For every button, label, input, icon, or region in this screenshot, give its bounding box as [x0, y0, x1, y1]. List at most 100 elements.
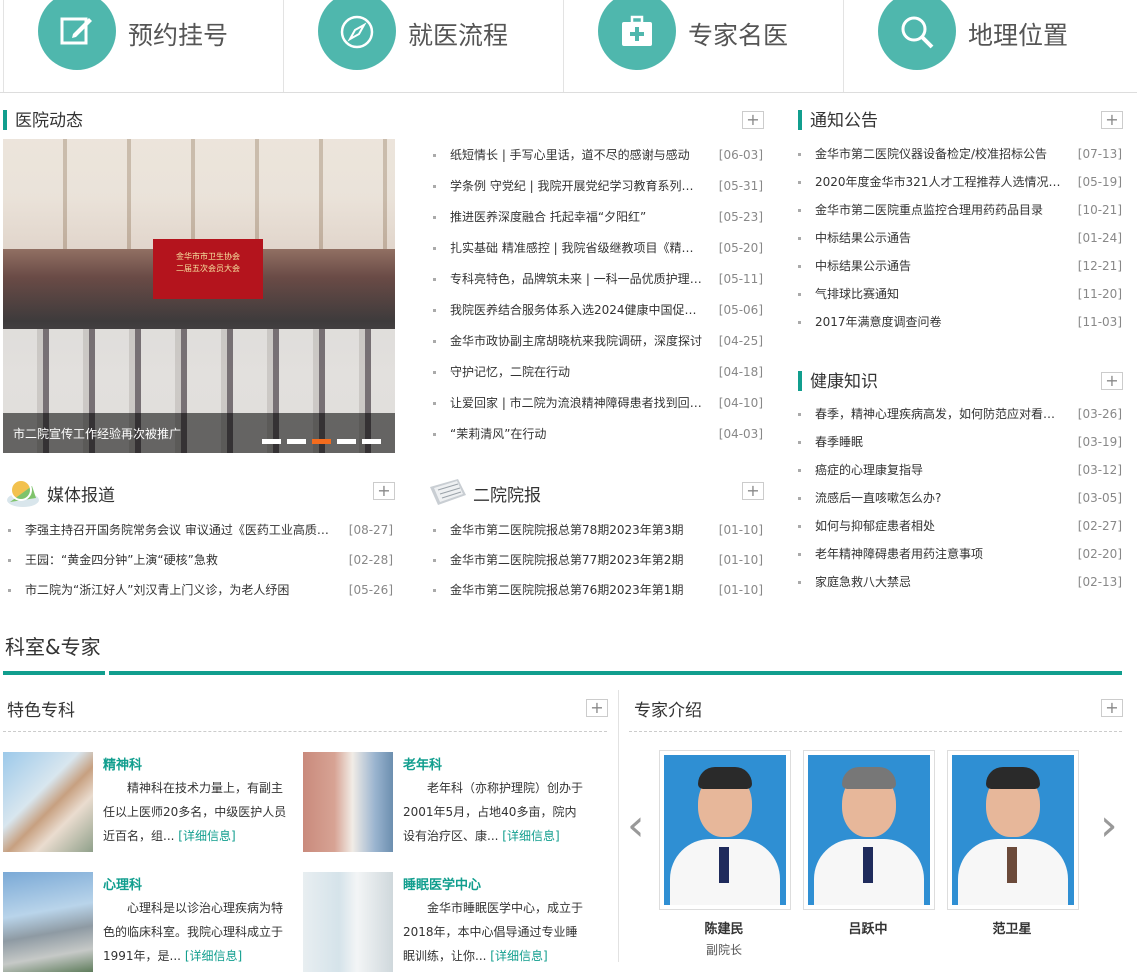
list-item-title[interactable]: 李强主持召开国务院常务会议 审议通过《医药工业高质量发展行动计划》	[25, 522, 333, 538]
list-item[interactable]: 金华市第二医院院报总第76期2023年第1期 [01-10]	[433, 582, 763, 612]
list-item[interactable]: 让爱回家 | 市二院为流浪精神障碍患者找到回家的路 [04-10]	[433, 395, 763, 426]
list-item[interactable]: 如何与抑郁症患者相处 [02-27]	[798, 518, 1122, 546]
experts-more-button[interactable]: +	[1101, 699, 1123, 717]
list-item-title[interactable]: 中标结果公示通告	[815, 230, 1062, 246]
list-item-title[interactable]: 学条例 守党纪 | 我院开展党纪学习教育系列活动	[450, 178, 703, 194]
health-more-button[interactable]: +	[1101, 372, 1123, 390]
list-item[interactable]: 金华市第二医院院报总第77期2023年第2期 [01-10]	[433, 552, 763, 582]
list-item-title[interactable]: 金华市第二医院院报总第77期2023年第2期	[450, 552, 703, 568]
list-item-title[interactable]: 2017年满意度调查问卷	[815, 314, 1062, 330]
list-item[interactable]: 家庭急救八大禁忌 [02-13]	[798, 574, 1122, 602]
media-more-button[interactable]: +	[373, 482, 395, 500]
carousel-caption[interactable]: 市二院宣传工作经验再次被推广	[3, 413, 395, 453]
list-item-title[interactable]: 金华市第二医院仪器设备检定/校准招标公告	[815, 146, 1062, 162]
list-item[interactable]: 王园：“黄金四分钟”上演“硬核”急救 [02-28]	[8, 552, 393, 582]
dept-more-link[interactable]: [详细信息]	[178, 829, 235, 843]
carousel-dot[interactable]	[337, 439, 356, 444]
list-item[interactable]: 守护记忆，二院在行动 [04-18]	[433, 364, 763, 395]
list-item[interactable]: 金华市第二医院重点监控合理用药药品目录 [10-21]	[798, 202, 1122, 230]
quicknav-process[interactable]: 就医流程	[283, 0, 564, 92]
list-item[interactable]: 金华市第二医院院报总第78期2023年第3期 [01-10]	[433, 522, 763, 552]
list-item-title[interactable]: 春季，精神心理疾病高发，如何防范应对看这里	[815, 406, 1062, 422]
dept-image[interactable]	[303, 752, 393, 852]
expert-card[interactable]	[947, 750, 1079, 910]
expert-card[interactable]	[659, 750, 791, 910]
expert-name[interactable]: 吕跃中	[803, 918, 933, 937]
list-item-title[interactable]: 金华市第二医院院报总第78期2023年第3期	[450, 522, 703, 538]
special-dept-more-button[interactable]: +	[586, 699, 608, 717]
dept-more-link[interactable]: [详细信息]	[502, 829, 559, 843]
list-item-title[interactable]: 如何与抑郁症患者相处	[815, 518, 1062, 534]
list-item[interactable]: 2017年满意度调查问卷 [11-03]	[798, 314, 1122, 342]
list-item[interactable]: 2020年度金华市321人才工程推荐人选情况公示 [05-19]	[798, 174, 1122, 202]
health-title[interactable]: 健康知识	[798, 367, 878, 392]
list-item[interactable]: 春季睡眠 [03-19]	[798, 434, 1122, 462]
list-item[interactable]: 流感后一直咳嗽怎么办? [03-05]	[798, 490, 1122, 518]
quicknav-appointment[interactable]: 预约挂号	[3, 0, 284, 92]
list-item[interactable]: 中标结果公示通告 [12-21]	[798, 258, 1122, 286]
list-item[interactable]: 专科亮特色，品牌筑未来 | 一科一品优质护理服务 [05-11]	[433, 271, 763, 302]
list-item-title[interactable]: 老年精神障碍患者用药注意事项	[815, 546, 1062, 562]
quicknav-location[interactable]: 地理位置	[843, 0, 1137, 92]
dept-name[interactable]: 精神科	[103, 754, 142, 773]
list-item-title[interactable]: 金华市第二医院院报总第76期2023年第1期	[450, 582, 703, 598]
list-item[interactable]: 我院医养结合服务体系入选2024健康中国促进行动 [05-06]	[433, 302, 763, 333]
carousel-dot[interactable]	[362, 439, 381, 444]
list-item-title[interactable]: 王园：“黄金四分钟”上演“硬核”急救	[25, 552, 333, 568]
list-item-title[interactable]: 癌症的心理康复指导	[815, 462, 1062, 478]
list-item-title[interactable]: 家庭急救八大禁忌	[815, 574, 1062, 590]
dept-image[interactable]	[303, 872, 393, 972]
expert-name[interactable]: 范卫星	[947, 918, 1077, 937]
dept-image[interactable]	[3, 872, 93, 972]
list-item[interactable]: 纸短情长 | 手写心里话，道不尽的感谢与感动 [06-03]	[433, 147, 763, 178]
list-item[interactable]: “茉莉清风”在行动 [04-03]	[433, 426, 763, 457]
list-item[interactable]: 扎实基础 精准感控 | 我院省级继教项目《精神科感控实务》 [05-20]	[433, 240, 763, 271]
list-item[interactable]: 李强主持召开国务院常务会议 审议通过《医药工业高质量发展行动计划》 [08-27]	[8, 522, 393, 552]
dept-name[interactable]: 睡眠医学中心	[403, 874, 481, 893]
dept-name[interactable]: 老年科	[403, 754, 442, 773]
list-item[interactable]: 癌症的心理康复指导 [03-12]	[798, 462, 1122, 490]
list-item-title[interactable]: 让爱回家 | 市二院为流浪精神障碍患者找到回家的路	[450, 395, 703, 411]
list-item[interactable]: 金华市第二医院仪器设备检定/校准招标公告 [07-13]	[798, 146, 1122, 174]
list-item[interactable]: 市二院为“浙江好人”刘汉青上门义诊，为老人纾困 [05-26]	[8, 582, 393, 612]
expert-name[interactable]: 陈建民	[659, 918, 789, 937]
list-item-title[interactable]: 流感后一直咳嗽怎么办?	[815, 490, 1062, 506]
carousel-dot[interactable]	[262, 439, 281, 444]
list-item-title[interactable]: 专科亮特色，品牌筑未来 | 一科一品优质护理服务	[450, 271, 703, 287]
list-item-title[interactable]: 金华市第二医院重点监控合理用药药品目录	[815, 202, 1062, 218]
list-item-title[interactable]: “茉莉清风”在行动	[450, 426, 703, 442]
list-item-title[interactable]: 扎实基础 精准感控 | 我院省级继教项目《精神科感控实务》	[450, 240, 703, 256]
quicknav-experts[interactable]: 专家名医	[563, 0, 844, 92]
list-item-title[interactable]: 推进医养深度融合 托起幸福“夕阳红”	[450, 209, 703, 225]
dept-more-link[interactable]: [详细信息]	[185, 949, 242, 963]
list-item-title[interactable]: 市二院为“浙江好人”刘汉青上门义诊，为老人纾困	[25, 582, 333, 598]
list-item-title[interactable]: 我院医养结合服务体系入选2024健康中国促进行动	[450, 302, 703, 318]
list-item-title[interactable]: 纸短情长 | 手写心里话，道不尽的感谢与感动	[450, 147, 703, 163]
carousel-dot[interactable]	[287, 439, 306, 444]
hospital-news-title[interactable]: 医院动态	[3, 106, 83, 131]
list-item-title[interactable]: 守护记忆，二院在行动	[450, 364, 703, 380]
list-item-title[interactable]: 春季睡眠	[815, 434, 1062, 450]
list-item[interactable]: 老年精神障碍患者用药注意事项 [02-20]	[798, 546, 1122, 574]
next-arrow-icon[interactable]: ›	[1100, 800, 1118, 851]
carousel-dot-active[interactable]	[312, 439, 331, 444]
dept-name[interactable]: 心理科	[103, 874, 142, 893]
media-title[interactable]: 媒体报道	[47, 481, 115, 506]
prev-arrow-icon[interactable]: ‹	[627, 800, 645, 851]
list-item[interactable]: 金华市政协副主席胡晓杭来我院调研，深度探讨 [04-25]	[433, 333, 763, 364]
list-item-title[interactable]: 2020年度金华市321人才工程推荐人选情况公示	[815, 174, 1062, 190]
list-item-title[interactable]: 金华市政协副主席胡晓杭来我院调研，深度探讨	[450, 333, 703, 349]
notices-title[interactable]: 通知公告	[798, 106, 878, 131]
dept-image[interactable]	[3, 752, 93, 852]
hospital-news-more-button[interactable]: +	[742, 111, 764, 129]
list-item[interactable]: 中标结果公示通告 [01-24]	[798, 230, 1122, 258]
bulletin-more-button[interactable]: +	[742, 482, 764, 500]
list-item[interactable]: 推进医养深度融合 托起幸福“夕阳红” [05-23]	[433, 209, 763, 240]
list-item[interactable]: 学条例 守党纪 | 我院开展党纪学习教育系列活动 [05-31]	[433, 178, 763, 209]
expert-card[interactable]	[803, 750, 935, 910]
list-item-title[interactable]: 气排球比赛通知	[815, 286, 1062, 302]
bulletin-title[interactable]: 二院院报	[473, 481, 541, 506]
dept-more-link[interactable]: [详细信息]	[490, 949, 547, 963]
list-item[interactable]: 春季，精神心理疾病高发，如何防范应对看这里 [03-26]	[798, 406, 1122, 434]
list-item-title[interactable]: 中标结果公示通告	[815, 258, 1062, 274]
